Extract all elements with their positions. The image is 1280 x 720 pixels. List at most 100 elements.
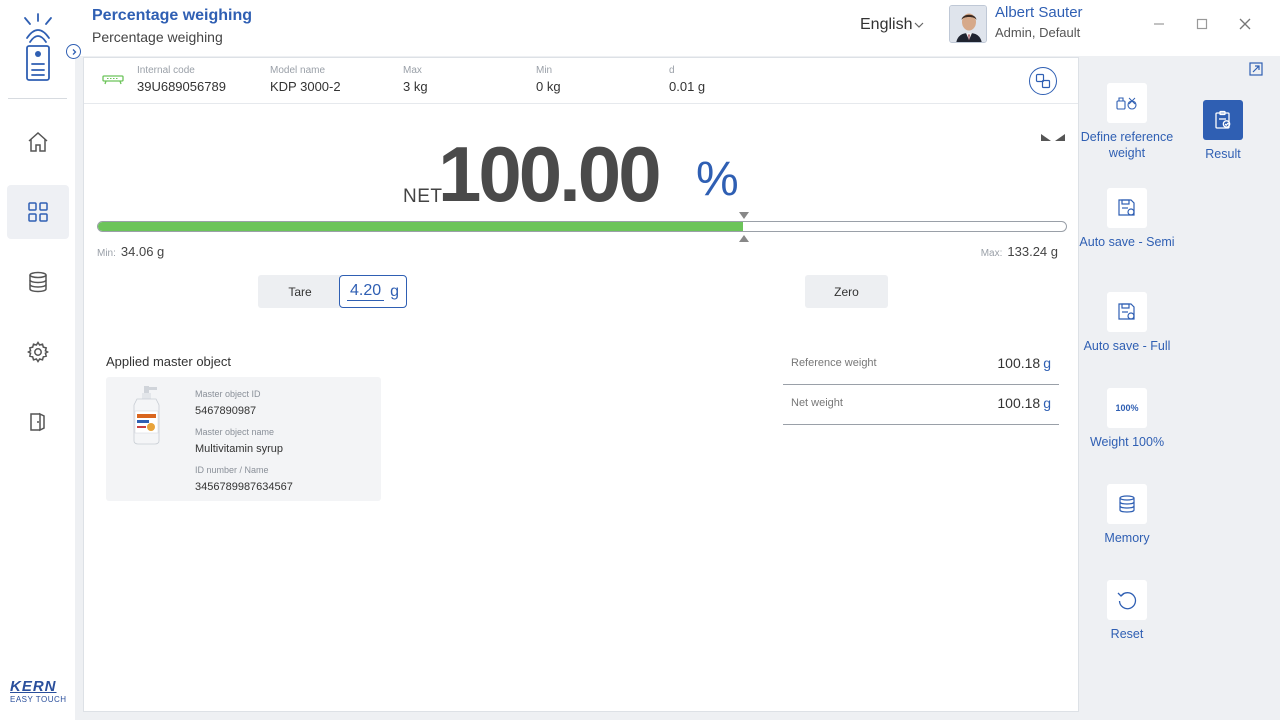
page-subtitle: Percentage weighing	[92, 29, 223, 45]
apps-icon	[28, 202, 48, 222]
language-select[interactable]: English	[860, 16, 924, 34]
logout-icon	[30, 412, 45, 432]
memory-icon	[1119, 495, 1135, 513]
reset-icon	[1117, 592, 1137, 610]
master-object-name-value: Multivitamin syrup	[195, 443, 284, 455]
net-label: NET	[403, 186, 443, 207]
min-tolerance: Min: 34.06 g	[97, 244, 164, 259]
max-value: 3 kg	[403, 79, 428, 94]
target-marker-icon	[739, 212, 749, 242]
chevron-down-icon	[915, 22, 924, 28]
brand-tagline: EASY TOUCH	[10, 695, 67, 704]
fullscreen-icon[interactable]	[1249, 62, 1263, 76]
switch-scale-button[interactable]	[1029, 67, 1057, 95]
min-field: Min 0 kg	[536, 65, 561, 94]
max-label: Max	[403, 65, 422, 76]
result-button[interactable]: Result	[1175, 100, 1271, 162]
define-reference-label: Define reference weight	[1080, 130, 1174, 160]
id-number-value: 3456789987634567	[195, 481, 293, 493]
main-panel: Internal code 39U689056789 Model name KD…	[83, 57, 1079, 712]
master-object-name-label: Master object name	[195, 427, 275, 437]
tare-button[interactable]: Tare	[258, 275, 342, 308]
min-tolerance-value: 34.06 g	[120, 244, 165, 259]
nav-database[interactable]	[7, 255, 69, 309]
kern-scale-logo-icon	[18, 12, 58, 84]
master-object-title: Applied master object	[106, 354, 232, 369]
weight-display: NET 100.00 %	[84, 128, 1078, 218]
brand-name: KERN	[10, 678, 57, 695]
model-name-value: KDP 3000-2	[270, 79, 341, 94]
action-panel: Define reference weight Result Auto save…	[1079, 57, 1280, 720]
reference-weights-icon	[1116, 97, 1137, 110]
minimize-button[interactable]	[1151, 16, 1167, 32]
min-tolerance-label: Min:	[97, 248, 116, 259]
weight-100-button[interactable]: 100% Weight 100%	[1079, 388, 1175, 450]
language-label: English	[860, 16, 913, 33]
auto-save-semi-button[interactable]: Auto save - Semi	[1079, 188, 1175, 250]
user-name[interactable]: Albert Sauter	[995, 4, 1083, 21]
maximize-button[interactable]	[1194, 16, 1210, 32]
reset-label: Reset	[1110, 627, 1144, 641]
d-value: 0.01 g	[669, 79, 706, 94]
product-bottle-icon	[133, 386, 160, 445]
max-tolerance: Max: 133.24 g	[981, 244, 1058, 259]
nav-settings[interactable]	[7, 325, 69, 379]
memory-label: Memory	[1104, 531, 1150, 545]
nav-home[interactable]	[7, 115, 69, 169]
expand-nav-button[interactable]	[66, 44, 81, 59]
auto-save-full-icon-box	[1107, 292, 1147, 332]
max-tolerance-value: 133.24 g	[1007, 244, 1058, 259]
tare-unit: g	[390, 282, 400, 300]
zero-button[interactable]: Zero	[805, 275, 888, 308]
result-icon-box	[1203, 100, 1243, 140]
auto-save-icon	[1118, 303, 1135, 320]
define-reference-weight-button[interactable]: Define reference weight	[1079, 83, 1175, 161]
kern-brand: KERN EASY TOUCH	[10, 678, 67, 704]
chevron-right-icon	[72, 48, 76, 55]
nav-apps[interactable]	[7, 185, 69, 239]
reference-weight-row: Reference weight 100.18 g	[783, 345, 1059, 385]
avatar[interactable]	[949, 5, 987, 43]
d-field: d 0.01 g	[669, 65, 705, 94]
define-reference-icon-box	[1107, 83, 1147, 123]
toggle-display-icon[interactable]	[1040, 132, 1066, 142]
result-label: Result	[1205, 147, 1241, 161]
percent-100-icon: 100%	[1115, 403, 1139, 413]
scale-info-bar: Internal code 39U689056789 Model name KD…	[84, 58, 1078, 104]
weight-value: 100.00	[438, 130, 662, 218]
min-label: Min	[536, 65, 553, 76]
memory-button[interactable]: Memory	[1079, 484, 1175, 546]
clipboard-check-icon	[1215, 110, 1231, 129]
max-field: Max 3 kg	[403, 65, 428, 94]
page-title: Percentage weighing	[92, 7, 253, 24]
auto-save-semi-icon-box	[1107, 188, 1147, 228]
reference-weight-number: 100.18	[997, 355, 1041, 371]
id-number-label: ID number / Name	[195, 465, 269, 475]
reference-weight-label: Reference weight	[791, 357, 877, 369]
left-navigation: KERN EASY TOUCH	[0, 0, 75, 720]
close-button[interactable]	[1237, 16, 1253, 32]
master-object-card[interactable]: Master object ID 5467890987 Master objec…	[106, 377, 381, 501]
close-icon	[1239, 18, 1251, 30]
net-weight-label: Net weight	[791, 397, 843, 409]
min-value: 0 kg	[536, 79, 561, 94]
master-object-id-label: Master object ID	[195, 389, 261, 399]
model-name-field: Model name KDP 3000-2	[270, 65, 341, 94]
header: Percentage weighing Percentage weighing …	[75, 0, 1280, 56]
auto-save-full-button[interactable]: Auto save - Full	[1079, 292, 1175, 354]
nav-logout[interactable]	[7, 395, 69, 449]
user-role: Admin, Default	[995, 25, 1081, 40]
balance-scale-icon	[102, 75, 124, 85]
weight-unit: %	[696, 153, 739, 206]
net-weight-value: 100.18 g	[997, 395, 1051, 411]
max-tolerance-label: Max:	[980, 248, 1003, 259]
internal-code-label: Internal code	[137, 65, 195, 76]
tare-input[interactable]: 4.20 g	[339, 275, 407, 308]
auto-save-icon	[1118, 199, 1135, 216]
reference-weight-unit: g	[1043, 355, 1051, 371]
d-label: d	[669, 65, 675, 76]
auto-save-semi-label: Auto save - Semi	[1079, 235, 1175, 249]
gear-icon	[26, 341, 50, 363]
database-icon	[29, 271, 47, 293]
reset-button[interactable]: Reset	[1079, 580, 1175, 642]
